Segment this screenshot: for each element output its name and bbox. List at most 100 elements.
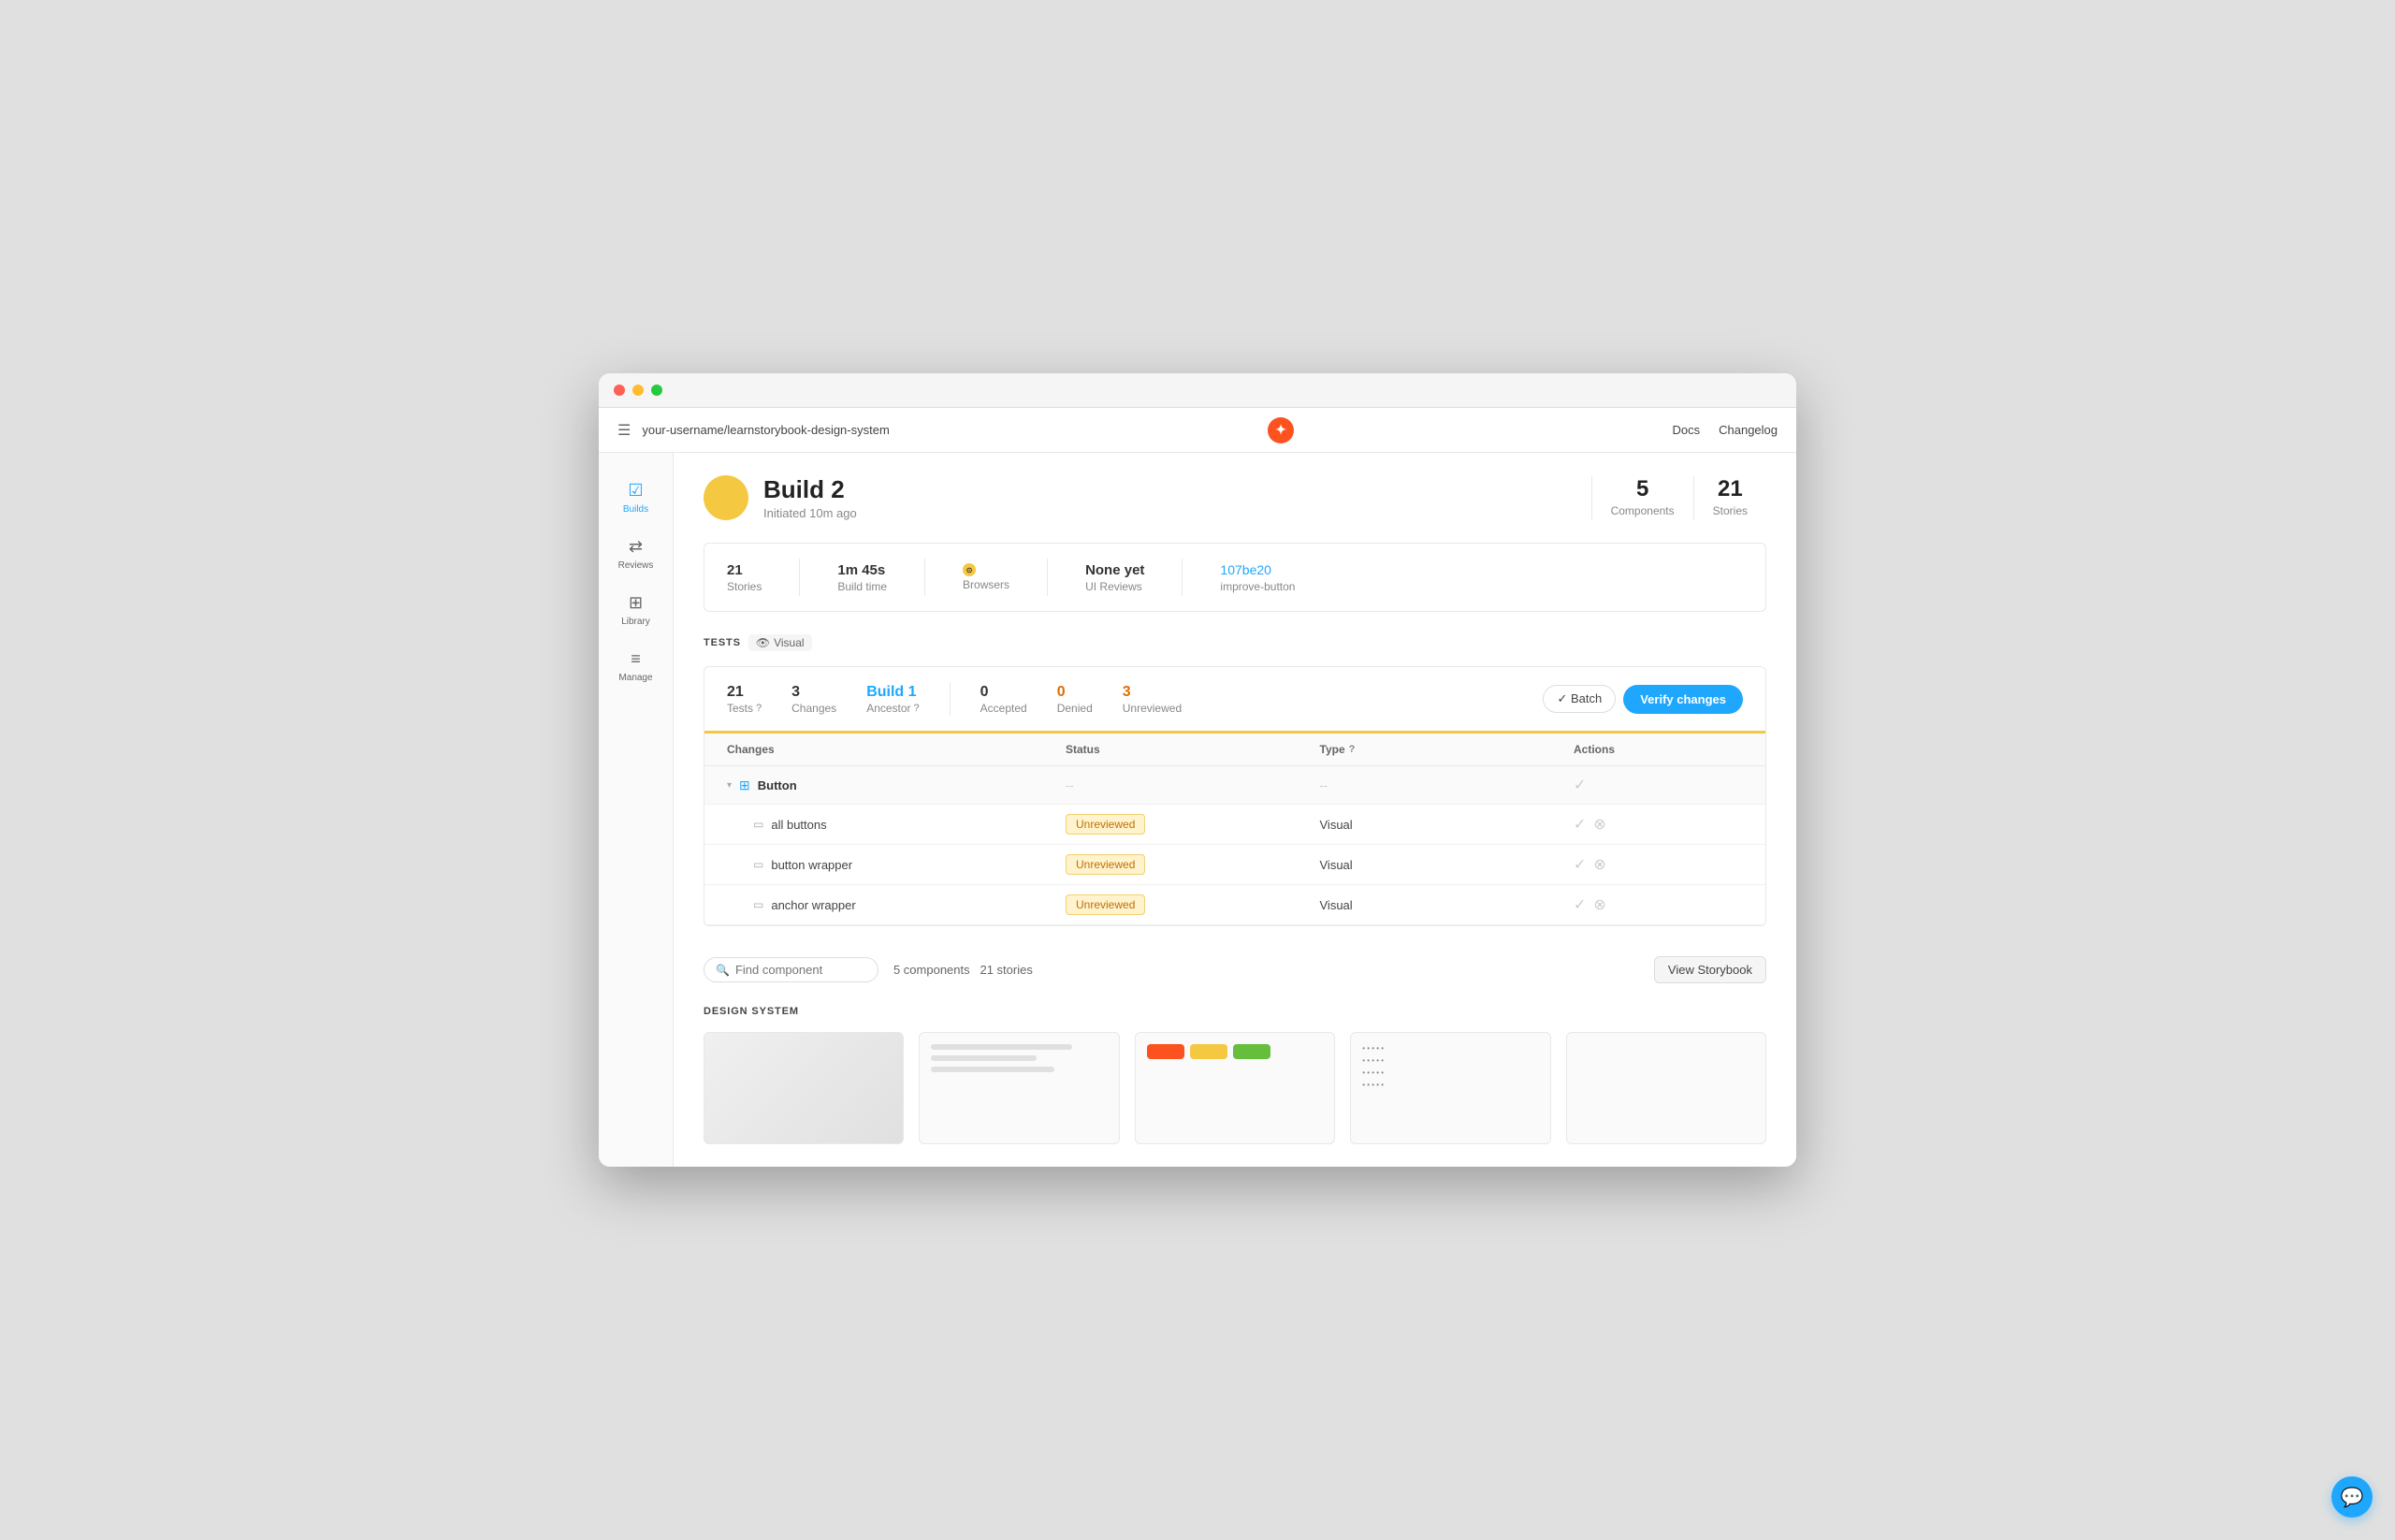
minimize-button[interactable] bbox=[632, 385, 644, 396]
thumbnail[interactable] bbox=[919, 1032, 1119, 1144]
ui-reviews-value: None yet bbox=[1085, 562, 1144, 578]
chat-icon: 💬 bbox=[2341, 1486, 2364, 1509]
verify-changes-button[interactable]: Verify changes bbox=[1623, 685, 1743, 714]
build-stat-components: 5 Components bbox=[1591, 476, 1693, 519]
metric-accepted: 0 Accepted bbox=[980, 684, 1027, 715]
deny-icon[interactable]: ⊗ bbox=[1593, 855, 1605, 874]
build-avatar bbox=[704, 475, 748, 520]
eye-icon: 👁 bbox=[756, 636, 770, 649]
denied-value: 0 bbox=[1057, 684, 1093, 701]
sidebar-item-manage[interactable]: ≡ Manage bbox=[606, 640, 666, 692]
build-time-label: Build time bbox=[837, 580, 887, 593]
browser-icons: ⊙ bbox=[963, 563, 1009, 576]
changes-table: Changes Status Type ? Actions ▾ ⊞ bbox=[704, 734, 1765, 925]
builds-icon: ☑ bbox=[628, 481, 643, 501]
denied-label: Denied bbox=[1057, 702, 1093, 715]
status-badge-unreviewed: Unreviewed bbox=[1066, 854, 1145, 875]
hamburger-icon[interactable]: ☰ bbox=[617, 421, 631, 440]
build-info: Build 2 Initiated 10m ago bbox=[763, 475, 857, 520]
col-type: Type ? bbox=[1320, 743, 1575, 756]
chromatic-logo: ✦ bbox=[1268, 417, 1294, 443]
accept-all-icon[interactable]: ✓ bbox=[1574, 776, 1586, 794]
accept-icon[interactable]: ✓ bbox=[1574, 855, 1586, 874]
topnav-center: ✦ bbox=[1268, 417, 1294, 443]
type-help-icon[interactable]: ? bbox=[1349, 744, 1356, 755]
component-grid-icon: ⊞ bbox=[739, 777, 750, 793]
metric-ancestor: Build 1 Ancestor ? bbox=[866, 684, 919, 715]
story-icon: ▭ bbox=[753, 818, 763, 831]
col-actions: Actions bbox=[1574, 743, 1743, 756]
table-group-button: ▾ ⊞ Button -- -- ✓ bbox=[704, 766, 1765, 805]
sidebar-item-library[interactable]: ⊞ Library bbox=[606, 584, 666, 636]
story-name-anchor-wrapper: anchor wrapper bbox=[771, 898, 855, 912]
find-component-input[interactable] bbox=[735, 963, 866, 977]
browsers-value: ⊙ bbox=[963, 563, 1009, 576]
branch-label: improve-button bbox=[1220, 580, 1295, 593]
color-swatch-red bbox=[1147, 1044, 1184, 1059]
group-actions-cell: ✓ bbox=[1574, 776, 1743, 794]
thumbnail[interactable] bbox=[1566, 1032, 1766, 1144]
sidebar-item-builds[interactable]: ☑ Builds bbox=[606, 472, 666, 524]
find-bar: 🔍 5 components 21 stories View Storybook bbox=[704, 949, 1766, 991]
deny-icon[interactable]: ⊗ bbox=[1593, 895, 1605, 914]
accepted-value: 0 bbox=[980, 684, 1027, 701]
tests-label: Tests ? bbox=[727, 702, 762, 715]
metric-changes: 3 Changes bbox=[791, 684, 836, 715]
expand-icon[interactable]: ▾ bbox=[727, 780, 732, 791]
stories-label: Stories bbox=[727, 580, 762, 593]
row-changes-all-buttons: ▭ all buttons bbox=[727, 818, 1066, 832]
metric-divider bbox=[950, 682, 951, 716]
row-type-anchor-wrapper: Visual bbox=[1320, 898, 1575, 912]
ui-reviews-label: UI Reviews bbox=[1085, 580, 1144, 593]
sidebar: ☑ Builds ⇄ Reviews ⊞ Library ≡ Manage bbox=[599, 453, 674, 1167]
ancestor-label: Ancestor ? bbox=[866, 702, 919, 715]
unreviewed-value: 3 bbox=[1123, 684, 1182, 701]
docs-link[interactable]: Docs bbox=[1672, 423, 1700, 437]
ancestor-value[interactable]: Build 1 bbox=[866, 684, 919, 701]
thumb-line bbox=[931, 1044, 1072, 1050]
maximize-button[interactable] bbox=[651, 385, 662, 396]
row-actions-all-buttons: ✓ ⊗ bbox=[1574, 815, 1743, 834]
thumb-line bbox=[931, 1067, 1054, 1072]
library-icon: ⊞ bbox=[629, 593, 643, 613]
accept-icon[interactable]: ✓ bbox=[1574, 895, 1586, 914]
titlebar bbox=[599, 373, 1796, 408]
batch-button[interactable]: ✓ Batch bbox=[1543, 685, 1616, 713]
group-type-cell: -- bbox=[1320, 778, 1575, 792]
topnav-left: ☰ your-username/learnstorybook-design-sy… bbox=[617, 421, 890, 440]
changes-label: Changes bbox=[791, 702, 836, 715]
thumbnail[interactable] bbox=[704, 1032, 904, 1144]
row-status-anchor-wrapper: Unreviewed bbox=[1066, 894, 1320, 915]
table-row: ▭ all buttons Unreviewed Visual ✓ ⊗ bbox=[704, 805, 1765, 845]
changelog-link[interactable]: Changelog bbox=[1719, 423, 1778, 437]
info-browsers: ⊙ Browsers bbox=[963, 563, 1009, 591]
build-stat-stories: 21 Stories bbox=[1693, 476, 1766, 519]
deny-icon[interactable]: ⊗ bbox=[1593, 815, 1605, 834]
table-header: Changes Status Type ? Actions bbox=[704, 734, 1765, 766]
tests-section-header: TESTS 👁 Visual bbox=[704, 634, 1766, 651]
thumbnail[interactable]: • • • • • • • • • • • • • • • • • • • • bbox=[1350, 1032, 1550, 1144]
design-system-title: DESIGN SYSTEM bbox=[704, 1006, 1766, 1017]
accept-icon[interactable]: ✓ bbox=[1574, 815, 1586, 834]
thumbnails-grid: • • • • • • • • • • • • • • • • • • • • bbox=[704, 1032, 1766, 1144]
info-branch: 107be20 improve-button bbox=[1220, 562, 1295, 593]
search-icon: 🔍 bbox=[716, 964, 730, 977]
ancestor-help-icon[interactable]: ? bbox=[914, 703, 920, 714]
metric-unreviewed: 3 Unreviewed bbox=[1123, 684, 1182, 715]
repo-path: your-username/learnstorybook-design-syst… bbox=[642, 423, 889, 437]
tests-card-header: 21 Tests ? 3 Changes Build 1 bbox=[704, 667, 1765, 734]
info-divider-3 bbox=[1047, 559, 1048, 596]
visual-label: Visual bbox=[774, 636, 804, 649]
branch-link[interactable]: 107be20 bbox=[1220, 562, 1271, 577]
build-subtitle: Initiated 10m ago bbox=[763, 506, 857, 520]
accepted-label: Accepted bbox=[980, 702, 1027, 715]
sidebar-item-reviews[interactable]: ⇄ Reviews bbox=[606, 528, 666, 580]
row-actions-button-wrapper: ✓ ⊗ bbox=[1574, 855, 1743, 874]
thumbnail[interactable] bbox=[1135, 1032, 1335, 1144]
design-system-section: DESIGN SYSTEM bbox=[704, 1006, 1766, 1144]
close-button[interactable] bbox=[614, 385, 625, 396]
view-storybook-button[interactable]: View Storybook bbox=[1654, 956, 1766, 983]
tests-help-icon[interactable]: ? bbox=[756, 703, 762, 714]
browsers-label: Browsers bbox=[963, 578, 1009, 591]
chat-button[interactable]: 💬 bbox=[2331, 1476, 2373, 1518]
